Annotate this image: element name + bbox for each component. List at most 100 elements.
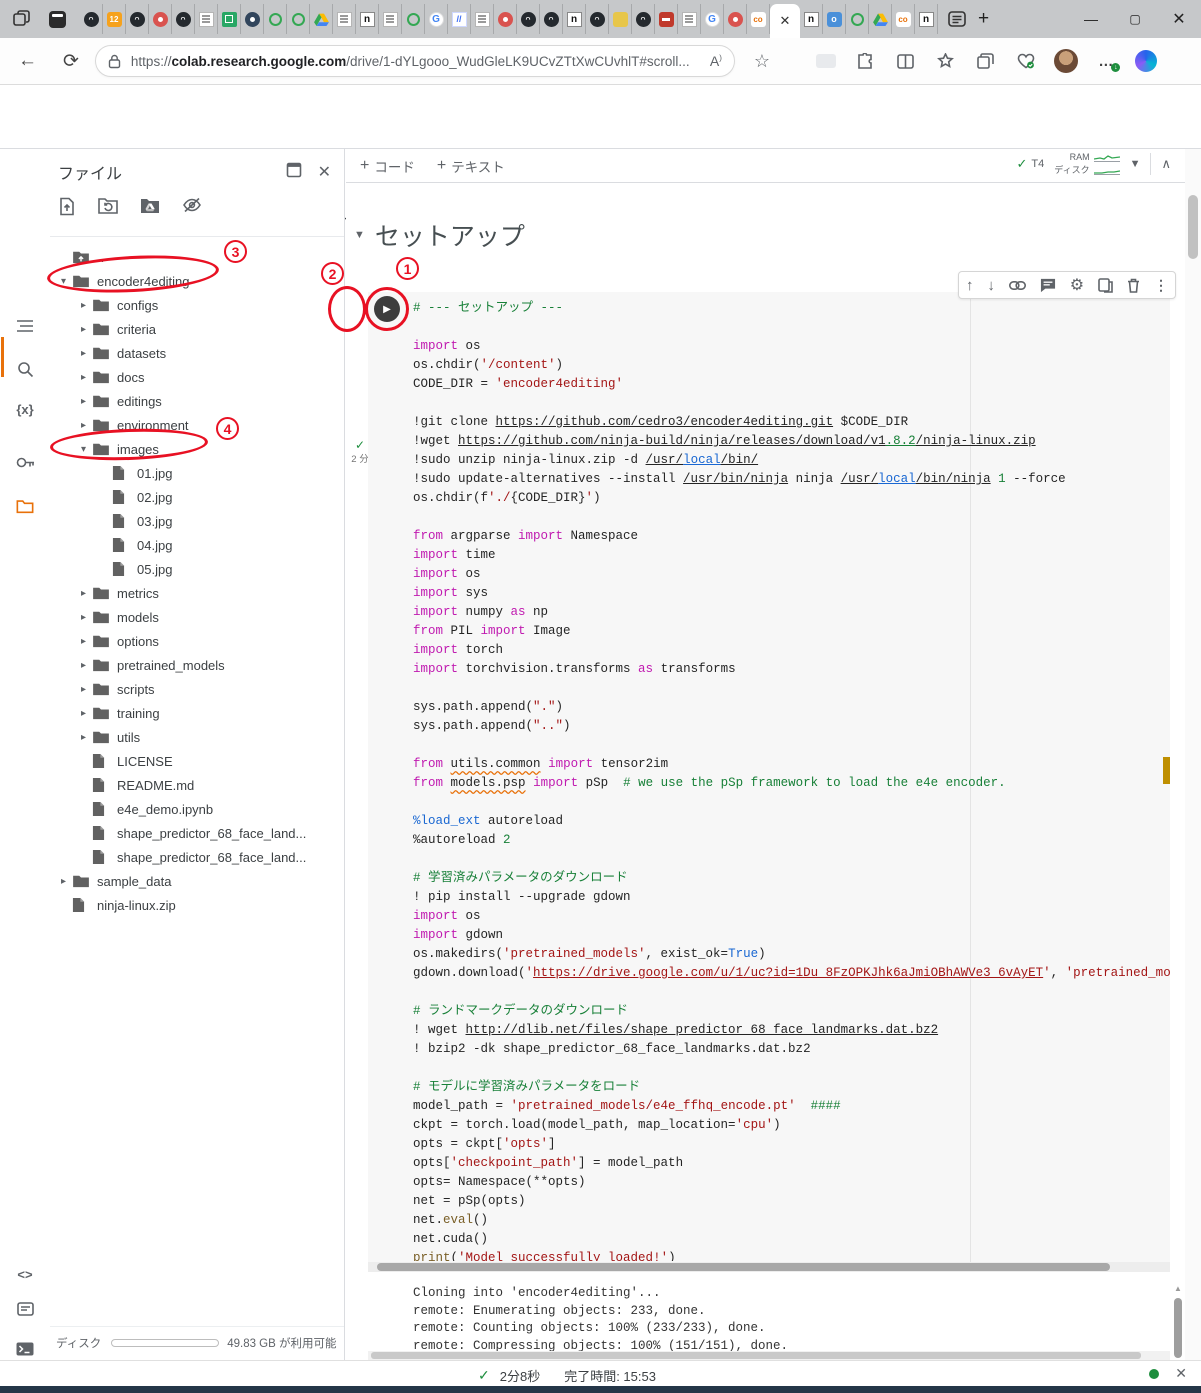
- expand-icon[interactable]: ▸: [75, 396, 92, 407]
- page-scrollbar[interactable]: [1185, 149, 1201, 1360]
- browser-tab[interactable]: ᴖ: [586, 4, 609, 34]
- code-snippets-icon[interactable]: <>: [0, 1257, 50, 1291]
- browser-tab[interactable]: [846, 4, 869, 34]
- link-icon[interactable]: [1009, 281, 1026, 290]
- close-button[interactable]: ✕: [1157, 9, 1201, 29]
- code-editor[interactable]: # --- セットアップ --- import osos.chdir('/con…: [413, 299, 1170, 1261]
- expand-icon[interactable]: ▸: [75, 324, 92, 335]
- copilot-icon[interactable]: [1133, 48, 1159, 74]
- favorite-star-icon[interactable]: ☆: [749, 48, 775, 74]
- tree-item-metrics[interactable]: ▸metrics: [50, 581, 344, 605]
- browser-tab[interactable]: [333, 4, 356, 34]
- browser-tab[interactable]: [195, 4, 218, 34]
- reload-icon[interactable]: ⟳: [63, 50, 79, 73]
- expand-icon[interactable]: ▸: [55, 876, 72, 887]
- expand-icon[interactable]: ▸: [75, 372, 92, 383]
- url-bar[interactable]: https://colab.research.google.com/drive/…: [95, 45, 735, 77]
- tree-item-02-jpg[interactable]: 02.jpg: [50, 485, 344, 509]
- comment-icon[interactable]: [1040, 278, 1056, 293]
- tree-item-datasets[interactable]: ▸datasets: [50, 341, 344, 365]
- browser-tab[interactable]: [494, 4, 517, 34]
- tree-item-ninja-linux-zip[interactable]: ninja-linux.zip: [50, 893, 344, 917]
- tree-item-shape-predictor-68-face-land-[interactable]: shape_predictor_68_face_land...: [50, 845, 344, 869]
- browser-tab[interactable]: [402, 4, 425, 34]
- browser-tab[interactable]: ᴖ: [540, 4, 563, 34]
- tree-item-options[interactable]: ▸options: [50, 629, 344, 653]
- open-in-window-icon[interactable]: [286, 162, 302, 182]
- browser-tab[interactable]: ᴖ: [172, 4, 195, 34]
- refresh-folder-icon[interactable]: [98, 197, 118, 216]
- expand-icon[interactable]: ▸: [75, 612, 92, 623]
- browser-tab[interactable]: n: [915, 4, 938, 34]
- browser-tab[interactable]: [609, 4, 632, 34]
- browser-tab[interactable]: ᴖ: [517, 4, 540, 34]
- browser-tab[interactable]: [241, 4, 264, 34]
- command-palette-icon[interactable]: [0, 1292, 50, 1326]
- tree-item-training[interactable]: ▸training: [50, 701, 344, 725]
- browser-tab[interactable]: n: [800, 4, 823, 34]
- expand-icon[interactable]: ▸: [75, 636, 92, 647]
- move-up-icon[interactable]: ↑: [966, 277, 974, 294]
- browser-tab[interactable]: co: [747, 4, 770, 34]
- output-horizontal-scrollbar[interactable]: [368, 1351, 1170, 1360]
- expand-icon[interactable]: ▸: [75, 348, 92, 359]
- tree-item-license[interactable]: LICENSE: [50, 749, 344, 773]
- active-browser-tab[interactable]: ✕: [770, 4, 800, 38]
- tree-item-01-jpg[interactable]: 01.jpg: [50, 461, 344, 485]
- tree-item-sample-data[interactable]: ▸sample_data: [50, 869, 344, 893]
- tree-item-docs[interactable]: ▸docs: [50, 365, 344, 389]
- expand-icon[interactable]: ▸: [75, 732, 92, 743]
- minimize-button[interactable]: —: [1069, 11, 1113, 27]
- browser-tab[interactable]: n: [563, 4, 586, 34]
- extensions-icon[interactable]: [853, 48, 879, 74]
- tree-item-05-jpg[interactable]: 05.jpg: [50, 557, 344, 581]
- add-text-button[interactable]: +テキスト: [437, 156, 505, 176]
- tree-item-04-jpg[interactable]: 04.jpg: [50, 533, 344, 557]
- collections-icon[interactable]: [973, 48, 999, 74]
- tab-list-icon[interactable]: [948, 11, 966, 27]
- upload-file-icon[interactable]: [58, 197, 76, 216]
- new-tab-icon[interactable]: +: [978, 8, 989, 30]
- mirror-cell-icon[interactable]: [1098, 278, 1113, 293]
- tree-item-pretrained-models[interactable]: ▸pretrained_models: [50, 653, 344, 677]
- browser-tab[interactable]: [287, 4, 310, 34]
- browser-tab[interactable]: o: [823, 4, 846, 34]
- browser-tab[interactable]: G: [425, 4, 448, 34]
- close-panel-icon[interactable]: ✕: [318, 162, 331, 182]
- expand-icon[interactable]: ▸: [75, 420, 92, 431]
- dismiss-status-icon[interactable]: ✕: [1175, 1365, 1187, 1382]
- runtime-dropdown-icon[interactable]: ▼: [1130, 158, 1141, 170]
- section-collapse-icon[interactable]: ▼: [354, 229, 365, 241]
- more-menu-icon[interactable]: …↓: [1093, 48, 1119, 74]
- browser-tab[interactable]: ᴖ: [632, 4, 655, 34]
- browser-tab[interactable]: [869, 4, 892, 34]
- tree-item-utils[interactable]: ▸utils: [50, 725, 344, 749]
- search-icon[interactable]: [0, 352, 50, 386]
- tree-item-scripts[interactable]: ▸scripts: [50, 677, 344, 701]
- profile-avatar[interactable]: [1053, 48, 1079, 74]
- read-aloud-icon[interactable]: A): [710, 53, 722, 69]
- tree-item-03-jpg[interactable]: 03.jpg: [50, 509, 344, 533]
- browser-tab[interactable]: co: [892, 4, 915, 34]
- browser-tab[interactable]: [724, 4, 747, 34]
- delete-icon[interactable]: [1127, 278, 1140, 293]
- browser-tab[interactable]: [218, 4, 241, 34]
- mount-drive-icon[interactable]: [140, 197, 160, 216]
- vertical-tabs-icon[interactable]: [42, 6, 72, 32]
- hidden-files-icon[interactable]: [182, 197, 202, 216]
- toc-icon[interactable]: [0, 309, 50, 343]
- browser-tab[interactable]: [655, 4, 678, 34]
- variables-icon[interactable]: {x}: [0, 392, 50, 426]
- runtime-status[interactable]: ✓T4: [1016, 156, 1044, 172]
- resource-monitor[interactable]: RAM ディスク: [1054, 152, 1119, 176]
- code-cell[interactable]: ▶ # --- セットアップ --- import osos.chdir('/c…: [368, 292, 1170, 1272]
- tree-item-configs[interactable]: ▸configs: [50, 293, 344, 317]
- settings-icon[interactable]: ⚙: [1070, 275, 1084, 295]
- more-icon[interactable]: ⋮: [1154, 277, 1168, 294]
- browser-tab[interactable]: [678, 4, 701, 34]
- move-down-icon[interactable]: ↓: [987, 277, 995, 294]
- back-icon[interactable]: ←: [18, 50, 37, 72]
- expand-icon[interactable]: ▸: [75, 708, 92, 719]
- files-icon[interactable]: [0, 489, 50, 523]
- expand-icon[interactable]: ▸: [75, 588, 92, 599]
